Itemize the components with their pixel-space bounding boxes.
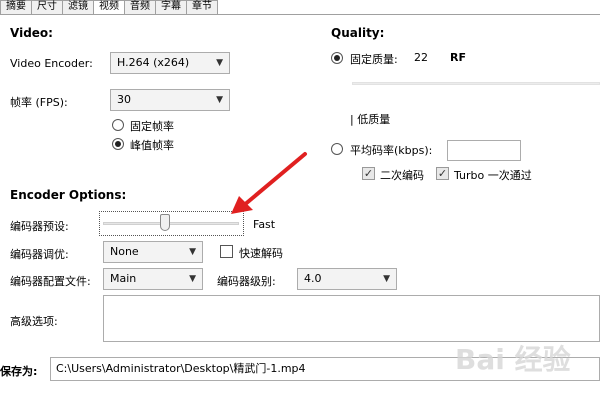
chevron-down-icon: ▼ [189, 247, 196, 257]
preset-slider[interactable] [99, 211, 244, 236]
tune-value: None [110, 245, 139, 258]
fps-value: 30 [117, 93, 131, 106]
preset-slider-track [103, 222, 239, 225]
encoder-options-heading: Encoder Options: [10, 188, 127, 202]
peak-fps-label: 峰值帧率 [130, 139, 174, 152]
video-encoder-label: Video Encoder: [10, 57, 93, 70]
profile-label: 编码器配置文件: [10, 275, 91, 288]
quality-slider-track[interactable] [352, 82, 600, 85]
checkmark-icon: ✓ [437, 167, 448, 180]
constant-quality-radio[interactable] [331, 52, 343, 64]
tab-summary[interactable]: 摘要 [0, 0, 32, 14]
level-label: 编码器级别: [217, 275, 276, 288]
avg-bitrate-input[interactable] [447, 140, 521, 161]
video-heading: Video: [10, 26, 53, 40]
tab-audio[interactable]: 音频 [124, 0, 156, 14]
fast-decode-label: 快速解码 [239, 247, 283, 260]
tune-label: 编码器调优: [10, 248, 69, 261]
tab-dimensions[interactable]: 尺寸 [31, 0, 63, 14]
quality-unit: RF [450, 51, 466, 64]
constant-fps-label: 固定帧率 [130, 120, 174, 133]
tune-select[interactable]: None ▼ [103, 241, 203, 263]
constant-quality-label: 固定质量: [350, 53, 398, 66]
avg-bitrate-label: 平均码率(kbps): [350, 144, 433, 157]
tab-video[interactable]: 视频 [93, 0, 125, 15]
tab-chapters[interactable]: 章节 [186, 0, 218, 14]
avg-bitrate-radio[interactable] [331, 143, 343, 155]
profile-value: Main [110, 272, 137, 285]
preset-slider-thumb[interactable] [159, 214, 170, 231]
video-encoder-select[interactable]: H.264 (x264) ▼ [110, 52, 230, 74]
two-pass-label: 二次编码 [380, 169, 424, 182]
watermark: Bai 经验 [455, 343, 571, 376]
fps-select[interactable]: 30 ▼ [110, 89, 230, 111]
preset-label: 编码器预设: [10, 220, 69, 233]
video-encoder-value: H.264 (x264) [117, 56, 190, 69]
constant-fps-radio[interactable] [112, 119, 124, 131]
advanced-options-textarea[interactable] [103, 295, 600, 342]
tab-subtitles[interactable]: 字幕 [155, 0, 187, 14]
preset-value: Fast [253, 218, 276, 231]
low-quality-label: | 低质量 [350, 113, 391, 126]
chevron-down-icon: ▼ [189, 274, 196, 284]
checkmark-icon: ✓ [363, 167, 374, 180]
annotation-arrow-icon [231, 152, 307, 214]
fps-label: 帧率 (FPS): [10, 96, 68, 109]
turbo-label: Turbo 一次通过 [454, 169, 532, 182]
chevron-down-icon: ▼ [216, 95, 223, 105]
chevron-down-icon: ▼ [383, 274, 390, 284]
two-pass-checkbox[interactable]: ✓ [362, 167, 375, 180]
tab-bar: 摘要 尺寸 滤镜 视频 音频 字幕 章节 [0, 0, 218, 15]
turbo-checkbox[interactable]: ✓ [436, 167, 449, 180]
quality-heading: Quality: [331, 26, 385, 40]
tab-filters[interactable]: 滤镜 [62, 0, 94, 14]
chevron-down-icon: ▼ [216, 58, 223, 68]
peak-fps-radio[interactable] [112, 138, 124, 150]
level-value: 4.0 [304, 272, 322, 285]
tab-divider [0, 14, 600, 15]
advanced-label: 高级选项: [10, 315, 58, 328]
profile-select[interactable]: Main ▼ [103, 268, 203, 290]
quality-value: 22 [414, 51, 428, 64]
fast-decode-checkbox[interactable] [220, 245, 233, 258]
save-path-value: C:\Users\Administrator\Desktop\精武门-1.mp4 [56, 362, 306, 375]
level-select[interactable]: 4.0 ▼ [297, 268, 397, 290]
save-as-label: 保存为: [0, 365, 38, 378]
